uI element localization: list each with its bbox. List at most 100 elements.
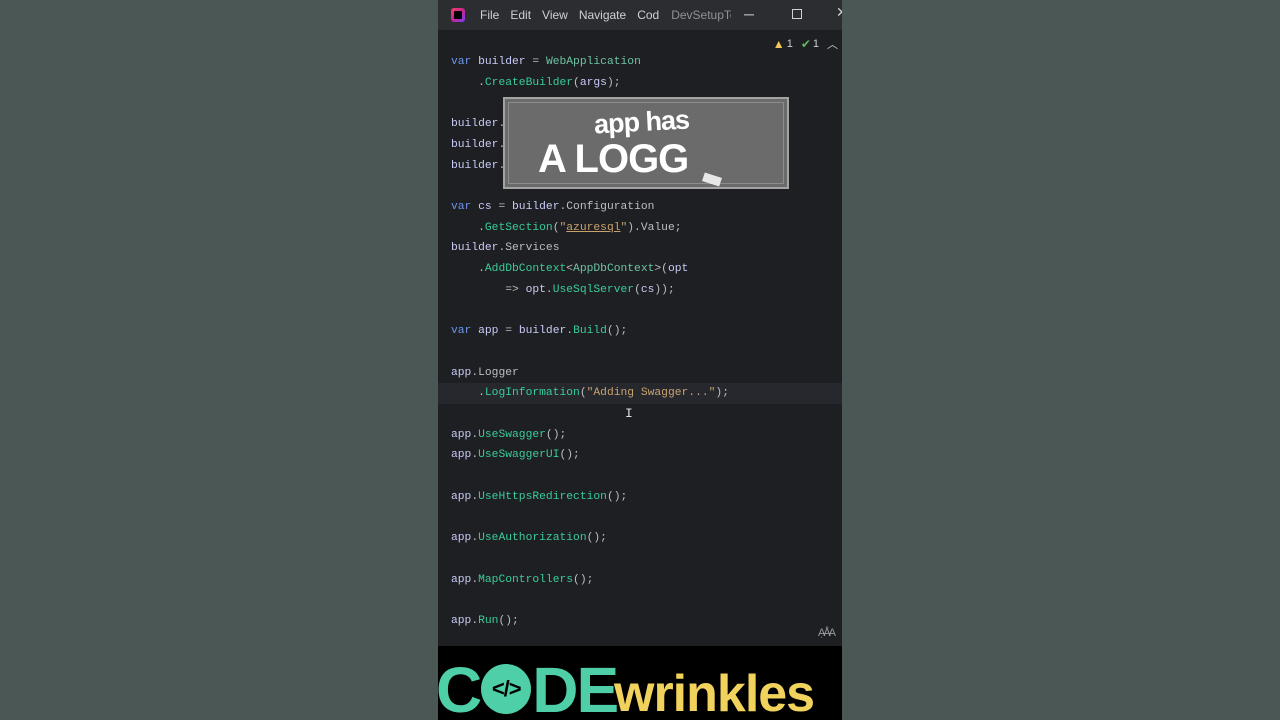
code-token: AddDbContext <box>484 263 567 275</box>
code-token: .Configuration <box>559 200 655 213</box>
code-token: UseAuthorization <box>478 532 587 545</box>
code-token: var <box>451 56 479 68</box>
code-token: (); <box>586 532 607 545</box>
code-token: azuresql <box>566 221 621 234</box>
code-line[interactable]: builder.Services <box>451 238 559 259</box>
code-token: builder <box>451 242 499 255</box>
code-token: = <box>498 325 519 338</box>
code-line[interactable]: app.UseHttpsRedirection(); <box>451 487 627 508</box>
code-line[interactable]: .CreateBuilder(args); <box>451 73 621 94</box>
code-token: app <box>451 366 472 379</box>
code-token: app <box>478 325 499 338</box>
code-token: builder <box>451 118 499 131</box>
code-token: app <box>451 449 472 462</box>
code-token: app <box>451 490 472 503</box>
code-line[interactable]: .LogInformation("Adding Swagger..."); <box>451 383 729 404</box>
code-token: (); <box>606 325 628 338</box>
code-token: LogInformation <box>484 387 580 400</box>
code-token: opt <box>667 263 689 275</box>
code-line[interactable]: app.UseSwagger(); <box>451 425 566 446</box>
code-line[interactable]: var cs = builder.Configuration <box>451 197 654 218</box>
code-token: (); <box>559 449 580 462</box>
code-line[interactable]: .AddDbContext<AppDbContext>(opt <box>451 259 688 280</box>
chevron-up-icon[interactable]: ︿ <box>827 36 838 52</box>
text-cursor-icon: I <box>625 406 633 421</box>
ok-count: 1 <box>812 38 819 50</box>
code-line[interactable]: => opt.UseSqlServer(cs)); <box>451 280 675 301</box>
code-token: "Adding Swagger..." <box>586 387 716 400</box>
project-name[interactable]: DevSetupTest <box>671 8 731 22</box>
code-token: app <box>451 614 472 627</box>
code-token: AppDbContext <box>573 263 655 275</box>
code-line[interactable]: app.UseSwaggerUI(); <box>451 445 580 466</box>
code-token: ( <box>634 283 641 296</box>
code-token: builder <box>451 138 499 151</box>
reader-mode-icon[interactable]: ẠÅA <box>818 627 836 639</box>
code-token: (); <box>606 490 628 503</box>
code-line[interactable]: var builder = WebApplication <box>451 52 641 73</box>
code-brackets-icon: </> <box>481 664 532 714</box>
code-token: . <box>451 221 485 234</box>
caption-line-1: app has <box>593 104 690 140</box>
title-bar: File Edit View Navigate Code DevSetupTes… <box>438 0 842 30</box>
code-token: builder <box>512 200 560 213</box>
code-line[interactable]: builder. <box>451 114 505 135</box>
code-token: opt <box>525 283 546 296</box>
code-token: UseSqlServer <box>552 283 635 296</box>
code-token: builder <box>518 325 567 338</box>
caption-overlay: app has A LOGG <box>503 97 789 189</box>
code-token: WebApplication <box>545 56 641 68</box>
brand-letter-c: C <box>438 654 482 720</box>
code-line[interactable]: builder. <box>451 135 505 156</box>
brand-badge: </> <box>491 676 522 701</box>
code-token: cs <box>478 200 492 213</box>
code-token: . <box>451 76 485 89</box>
code-token: ( <box>573 76 580 89</box>
code-token: >( <box>654 263 668 275</box>
code-token: builder <box>478 56 526 68</box>
inspection-widget[interactable]: ▲ 1 ✔ 1 ︿ <box>773 36 842 52</box>
close-icon[interactable]: ✕ <box>836 4 842 21</box>
code-token: args <box>579 76 607 89</box>
code-token: CreateBuilder <box>484 76 574 89</box>
code-line[interactable]: builder. <box>451 156 505 177</box>
code-token: . <box>451 387 485 400</box>
menu-edit[interactable]: Edit <box>510 8 531 22</box>
code-token: )); <box>654 283 675 296</box>
menu-navigate[interactable]: Navigate <box>579 8 626 22</box>
background-left <box>0 0 438 720</box>
code-token: ); <box>606 76 621 89</box>
code-token: app <box>451 532 472 545</box>
brand-banner: C </> DE wrinkles <box>438 646 842 720</box>
code-line[interactable]: var app = builder.Build(); <box>451 321 627 342</box>
code-token: (); <box>545 428 567 441</box>
code-token: .Services <box>498 242 560 255</box>
minimize-icon[interactable]: ─ <box>744 6 754 22</box>
code-line[interactable]: app.MapControllers(); <box>451 570 593 591</box>
code-token: ).Value; <box>627 221 682 234</box>
caption-line-2: A LOGG <box>538 137 689 181</box>
code-token: UseSwaggerUI <box>478 449 560 462</box>
code-token: MapControllers <box>478 573 574 586</box>
warning-count: 1 <box>786 38 793 50</box>
rider-logo-icon[interactable] <box>451 8 465 22</box>
code-token: . <box>451 263 485 275</box>
brand-letters-de: DE <box>532 654 619 720</box>
check-icon: ✔ <box>800 37 811 51</box>
code-line[interactable]: app.Logger <box>451 363 519 384</box>
code-token: = <box>525 56 546 68</box>
brand-logo-code: C </> DE <box>438 658 619 720</box>
menu-view[interactable]: View <box>542 8 568 22</box>
menu-file[interactable]: File <box>480 8 499 22</box>
code-line[interactable]: app.Run(); <box>451 611 519 632</box>
menu-code[interactable]: Code <box>637 8 659 22</box>
code-line[interactable]: .GetSection("azuresql").Value; <box>451 218 682 239</box>
code-token: ); <box>715 387 729 400</box>
brand-logo-wrinkles: wrinkles <box>614 665 815 720</box>
maximize-icon[interactable] <box>792 9 802 19</box>
warning-icon: ▲ <box>772 37 785 51</box>
code-token: (); <box>498 614 519 627</box>
code-token: ( <box>579 387 587 400</box>
code-line[interactable]: app.UseAuthorization(); <box>451 528 607 549</box>
code-token: . <box>545 283 553 296</box>
